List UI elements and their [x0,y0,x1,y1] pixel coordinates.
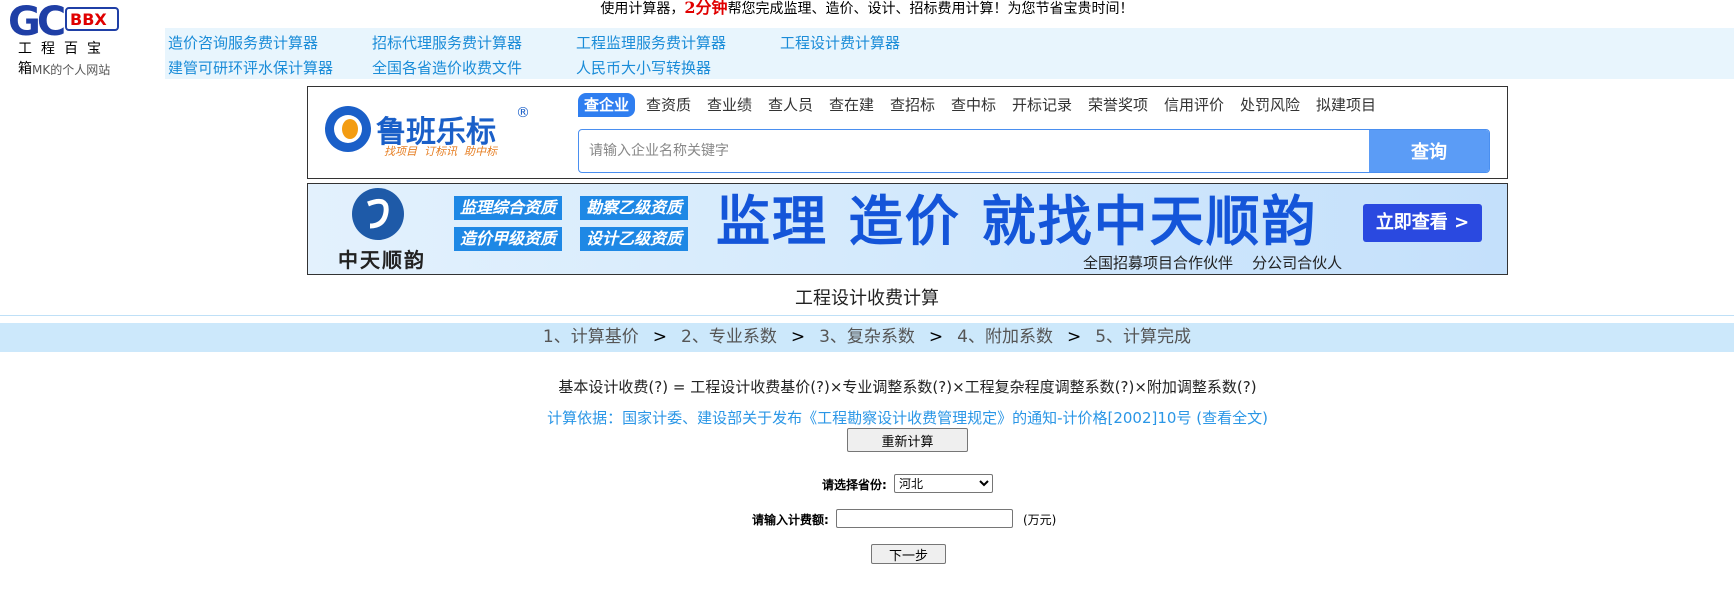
nav-link-rmb-converter[interactable]: 人民币大小写转换器 [576,57,711,78]
tab-honors[interactable]: 荣誉奖项 [1088,93,1148,117]
recalculate-button[interactable]: 重新计算 [847,428,968,452]
ad-badge-survey: 勘察乙级资质 [580,196,689,220]
step-3: 3、复杂系数 [819,327,915,347]
step-2: 2、专业系数 [681,327,777,347]
nav-link-construction-mgmt[interactable]: 建管可研环评水保计算器 [168,57,333,78]
fee-amount-input[interactable] [836,509,1013,528]
tab-company[interactable]: 查企业 [578,93,636,117]
slogan-after: 帮您完成监理、造价、设计、招标费用计算！为您节省宝贵时间！ [727,1,1134,17]
query-button[interactable]: 查询 [1369,130,1489,172]
step-separator: > [1066,327,1082,347]
fee-amount-label: 请输入计费额: [752,513,829,527]
luban-tagline: 找项目 订标讯 助中标 [384,145,497,158]
luban-registered: ® [516,105,530,121]
step-separator: > [652,327,667,347]
nav-link-bidding-agency[interactable]: 招标代理服务费计算器 [372,32,522,53]
nav-link-design-fee[interactable]: 工程设计费计算器 [780,32,900,53]
nav-link-supervision[interactable]: 工程监理服务费计算器 [576,32,726,53]
step-separator: > [928,327,944,347]
logo-mark: GC [8,4,64,40]
calculation-basis-link[interactable]: 计算依据：国家计委、建设部关于发布《工程勘察设计收费管理规定》的通知-计价格[2… [0,407,1734,428]
top-slogan: 使用计算器，2分钟帮您完成监理、造价、设计、招标费用计算！为您节省宝贵时间！ [0,0,1734,17]
luban-search-bar: 查询 [578,129,1490,173]
calculator-nav: 造价咨询服务费计算器 招标代理服务费计算器 工程监理服务费计算器 工程设计费计算… [165,28,1734,79]
ad-badge-cost: 造价甲级资质 [454,227,563,251]
ad-banner[interactable]: 中天顺韵 监理综合资质 勘察乙级资质 造价甲级资质 设计乙级资质 监理 造价 就… [307,183,1508,275]
tab-credit[interactable]: 信用评价 [1164,93,1224,117]
nav-link-provincial-fee-docs[interactable]: 全国各省造价收费文件 [372,57,522,78]
fee-unit: (万元) [1023,513,1057,527]
next-step-button[interactable]: 下一步 [871,544,946,564]
ad-badge-supervision: 监理综合资质 [454,196,563,220]
site-logo[interactable]: GC BBX 工程百宝箱 MK的个人网站 [8,0,120,77]
step-5: 5、计算完成 [1095,327,1192,347]
tab-proposed-projects[interactable]: 拟建项目 [1316,93,1376,117]
province-label: 请选择省份: [822,478,887,492]
tab-personnel[interactable]: 查人员 [768,93,813,117]
tab-awards-won[interactable]: 查中标 [951,93,996,117]
ad-subline: 全国招募项目合作伙伴 分公司合伙人 [1083,254,1343,272]
company-search-input[interactable] [579,130,1379,172]
tab-bid-opening[interactable]: 开标记录 [1012,93,1072,117]
step-4: 4、附加系数 [957,327,1053,347]
logo-site-name: MK的个人网站 [32,63,111,77]
logo-badge: BBX [70,10,107,29]
ad-company-name: 中天顺韵 [338,248,426,272]
company-emblem-icon [352,188,404,240]
province-select[interactable]: 河北 [894,474,993,493]
slogan-highlight: 2分钟 [684,0,728,17]
step-indicator: 1、计算基价 >2、专业系数 >3、复杂系数 >4、附加系数 >5、计算完成 [0,323,1734,352]
nav-link-cost-consulting[interactable]: 造价咨询服务费计算器 [168,32,318,53]
logo-mark-icon: GC BBX [8,0,119,45]
page-title: 工程设计收费计算 [795,288,939,309]
ad-badge-design: 设计乙级资质 [580,227,689,251]
fee-formula: 基本设计收费(?) = 工程设计收费基价(?)×专业调整系数(?)×工程复杂程度… [558,378,1257,396]
slogan-before: 使用计算器， [600,1,685,17]
step-separator: > [790,327,806,347]
divider [0,315,1734,316]
tab-qualification[interactable]: 查资质 [646,93,691,117]
luban-search-widget: 鲁班乐标 ® 找项目 订标讯 助中标 查企业 查资质 查业绩 查人员 查在建 查… [307,86,1508,179]
tab-under-construction[interactable]: 查在建 [829,93,874,117]
tab-performance[interactable]: 查业绩 [707,93,752,117]
ad-headline: 监理 造价 就找中天顺韵 [716,190,1318,253]
ad-view-now-button[interactable]: 立即查看 > [1363,204,1482,242]
luban-logo[interactable]: 鲁班乐标 ® 找项目 订标讯 助中标 [324,105,534,167]
tab-penalty-risk[interactable]: 处罚风险 [1240,93,1300,117]
step-1: 1、计算基价 [542,327,639,347]
tab-tenders[interactable]: 查招标 [890,93,935,117]
